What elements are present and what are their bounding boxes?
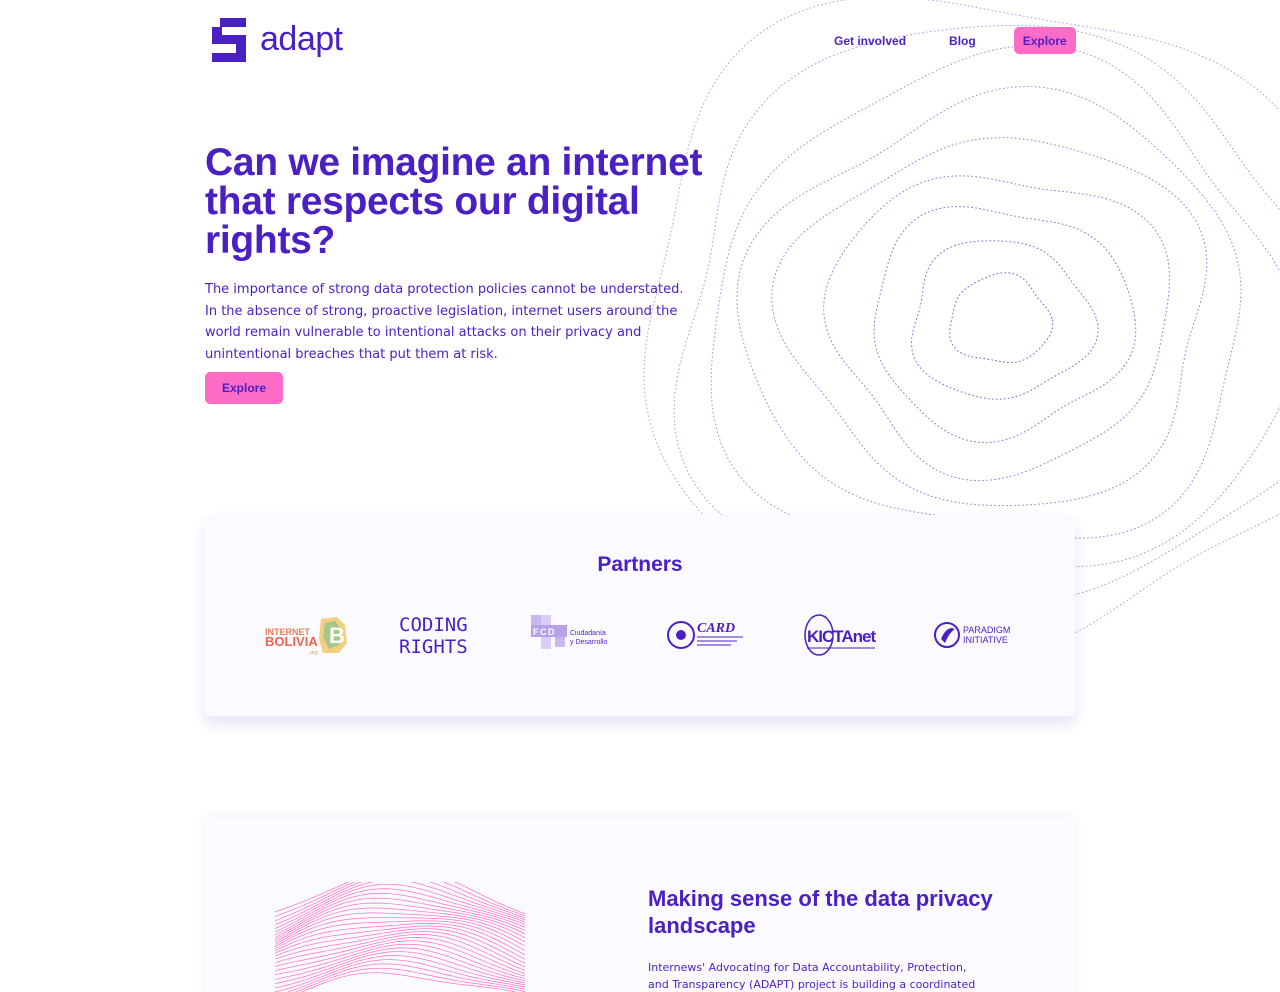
fcd-logo-icon: FCD Ciudadanía y Desarrollo: [531, 615, 607, 649]
privacy-landscape-card: Making sense of the data privacy landsca…: [205, 818, 1075, 992]
kictanet-logo-icon: KICTAnet: [804, 614, 878, 656]
nav-explore-button[interactable]: Explore: [1013, 27, 1076, 54]
adapt-logo-icon: [212, 18, 246, 62]
partner-logo-coding-rights[interactable]: CODING RIGHTS: [397, 613, 487, 657]
wave-lines-graphic: [275, 882, 525, 992]
hero-explore-button[interactable]: Explore: [205, 372, 283, 404]
internet-bolivia-mark: B: [329, 623, 345, 648]
partner-logo-paradigm-initiative[interactable]: PARADIGM INITIATIVE: [933, 613, 1023, 657]
coding-rights-logo-icon: CODING RIGHTS: [399, 614, 468, 657]
main-nav: Get involved Blog Explore: [834, 27, 1076, 54]
partner-logo-kictanet[interactable]: KICTAnet: [799, 613, 889, 657]
partners-card: Partners B INTERNET BOLIVIA .org CODING …: [205, 515, 1075, 716]
fcd-line2: y Desarrollo: [570, 639, 607, 646]
paradigm-initiative-logo-icon: PARADIGM INITIATIVE: [934, 622, 1010, 648]
card-logo-icon: CARD: [667, 621, 743, 649]
paradigm-line2: INITIATIVE: [963, 635, 1008, 645]
adapt-logo[interactable]: adapt: [212, 18, 343, 62]
fcd-mark: FCD: [533, 627, 556, 637]
partner-logos: B INTERNET BOLIVIA .org CODING RIGHTS FC…: [263, 613, 1023, 657]
paradigm-line1: PARADIGM: [963, 625, 1010, 635]
nav-get-involved[interactable]: Get involved: [834, 34, 906, 48]
nav-blog[interactable]: Blog: [949, 34, 976, 48]
coding-rights-line2: RIGHTS: [399, 636, 468, 657]
hero-title: Can we imagine an internet that respects…: [205, 141, 703, 262]
kictanet-wordmark: KICTAnet: [807, 627, 877, 646]
partner-logo-internet-bolivia[interactable]: B INTERNET BOLIVIA .org: [263, 613, 353, 657]
internet-bolivia-logo-icon: B INTERNET BOLIVIA .org: [265, 617, 347, 656]
privacy-title: Making sense of the data privacy landsca…: [648, 886, 993, 938]
internet-bolivia-line2: BOLIVIA: [265, 634, 318, 649]
privacy-description: Internews' Advocating for Data Accountab…: [648, 961, 976, 991]
partner-logo-card[interactable]: CARD: [665, 613, 755, 657]
hero-description: The importance of strong data protection…: [205, 282, 684, 362]
internet-bolivia-tag: .org: [309, 650, 318, 656]
partners-title: Partners: [597, 553, 683, 576]
partner-logo-fcd[interactable]: FCD Ciudadanía y Desarrollo: [531, 613, 621, 657]
coding-rights-line1: CODING: [399, 614, 468, 636]
card-wordmark: CARD: [697, 621, 735, 636]
logo-wordmark: adapt: [260, 20, 343, 58]
fcd-line1: Ciudadanía: [570, 630, 606, 637]
